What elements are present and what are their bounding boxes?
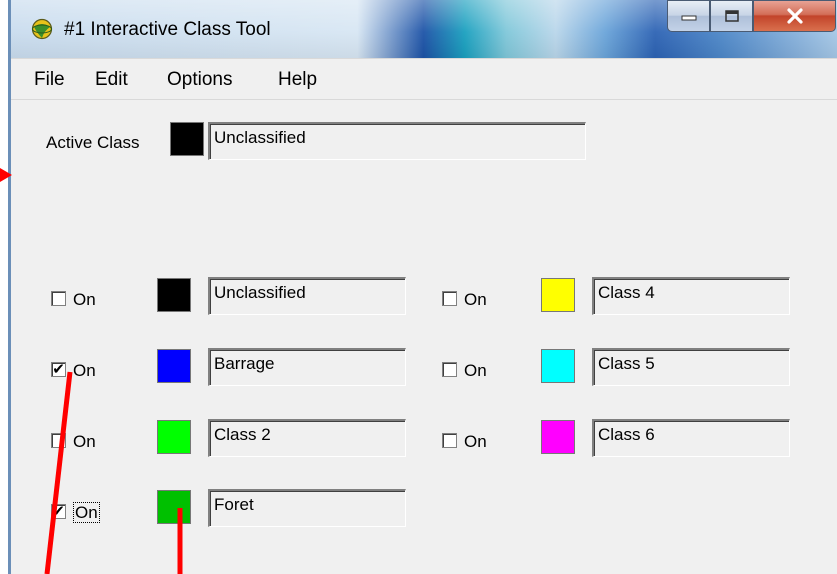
window-left-border bbox=[8, 0, 11, 574]
class-3-on-label[interactable]: On bbox=[73, 502, 100, 523]
menu-file[interactable]: File bbox=[34, 69, 65, 91]
class-0-swatch[interactable] bbox=[157, 278, 191, 312]
class-2-checkbox[interactable] bbox=[51, 433, 66, 448]
close-icon bbox=[786, 8, 803, 24]
class-6-swatch[interactable] bbox=[541, 420, 575, 454]
class-4-name-field: Class 4 bbox=[592, 277, 790, 315]
class-3-on-focus: On bbox=[73, 502, 100, 523]
title-bar[interactable]: #1 Interactive Class Tool bbox=[10, 0, 837, 58]
menu-edit[interactable]: Edit bbox=[95, 69, 128, 91]
class-3-swatch[interactable] bbox=[157, 490, 191, 524]
class-5-name-field: Class 5 bbox=[592, 348, 790, 386]
class-2-name-field: Class 2 bbox=[208, 419, 406, 457]
class-6-name-field: Class 6 bbox=[592, 419, 790, 457]
class-6-checkbox[interactable] bbox=[442, 433, 457, 448]
class-1-checkbox[interactable]: ✔ bbox=[51, 362, 66, 377]
class-4-checkbox[interactable] bbox=[442, 291, 457, 306]
class-5-on-label[interactable]: On bbox=[464, 361, 487, 381]
menu-options[interactable]: Options bbox=[167, 69, 232, 91]
class-4-on-label[interactable]: On bbox=[464, 290, 487, 310]
class-6-on-label[interactable]: On bbox=[464, 432, 487, 452]
window-controls bbox=[653, 0, 837, 34]
class-0-name-field: Unclassified bbox=[208, 277, 406, 315]
menu-bar: File Edit Options Help bbox=[10, 58, 837, 100]
class-3-name-field: Foret bbox=[208, 489, 406, 527]
class-5-swatch[interactable] bbox=[541, 349, 575, 383]
class-0-checkbox[interactable] bbox=[51, 291, 66, 306]
class-2-swatch[interactable] bbox=[157, 420, 191, 454]
active-class-field: Unclassified bbox=[208, 122, 586, 160]
menu-help[interactable]: Help bbox=[278, 69, 317, 91]
window-title: #1 Interactive Class Tool bbox=[64, 19, 271, 40]
minimize-button[interactable] bbox=[667, 0, 710, 32]
active-class-swatch[interactable] bbox=[170, 122, 204, 156]
class-4-swatch[interactable] bbox=[541, 278, 575, 312]
close-button[interactable] bbox=[753, 0, 836, 32]
class-1-name-field: Barrage bbox=[208, 348, 406, 386]
maximize-button[interactable] bbox=[710, 0, 753, 32]
maximize-icon bbox=[724, 10, 739, 22]
class-1-swatch[interactable] bbox=[157, 349, 191, 383]
minimize-icon bbox=[681, 15, 696, 21]
class-0-on-label[interactable]: On bbox=[73, 290, 96, 310]
globe-icon bbox=[31, 18, 53, 40]
interactive-class-tool-window: #1 Interactive Class Tool File Edit Opti… bbox=[10, 0, 837, 574]
active-class-label: Active Class bbox=[46, 133, 140, 152]
class-2-on-label[interactable]: On bbox=[73, 432, 96, 452]
class-5-checkbox[interactable] bbox=[442, 362, 457, 377]
class-1-on-label[interactable]: On bbox=[73, 361, 96, 381]
class-3-checkbox[interactable]: ✔ bbox=[51, 504, 66, 519]
